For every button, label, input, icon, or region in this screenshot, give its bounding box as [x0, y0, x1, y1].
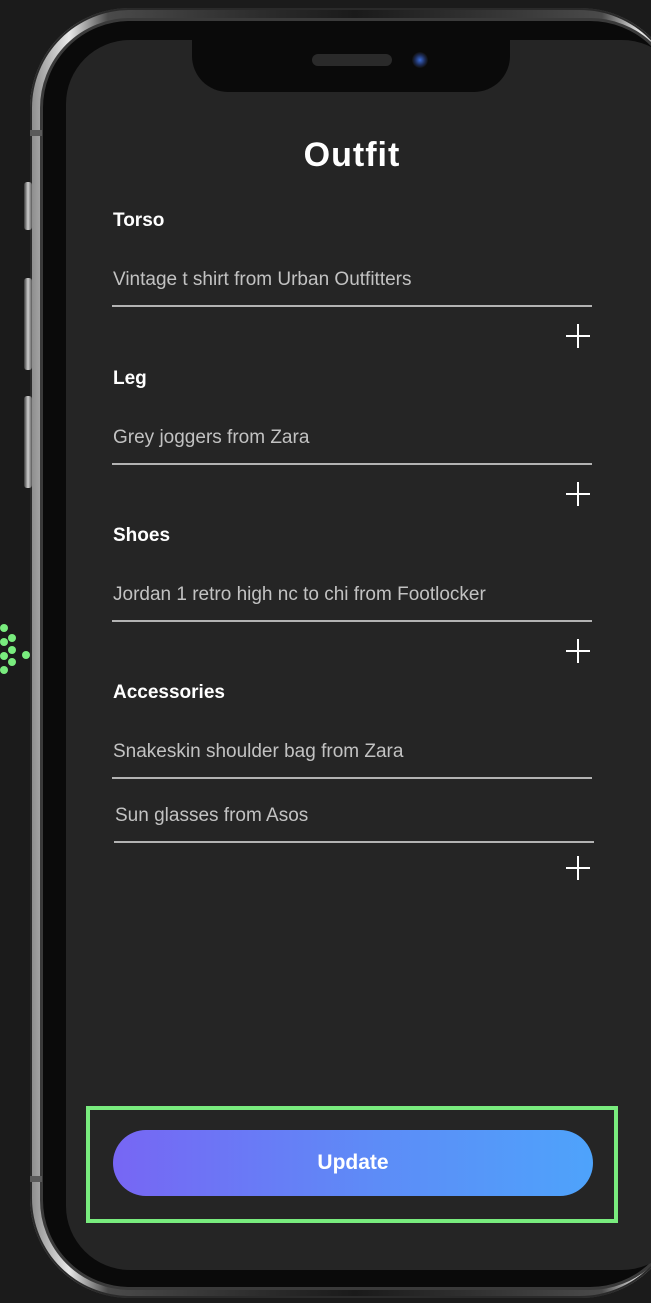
- volume-down-button: [24, 396, 32, 488]
- page-title: Outfit: [303, 136, 401, 174]
- speaker-icon: [312, 54, 392, 66]
- update-button[interactable]: Update: [113, 1130, 593, 1196]
- add-accessories-button[interactable]: [562, 852, 594, 884]
- shoes-field-underline: [112, 620, 592, 622]
- leg-field[interactable]: Grey joggers from Zara: [113, 427, 309, 449]
- section-label-shoes: Shoes: [113, 525, 171, 546]
- accessories-field-1-underline: [112, 777, 592, 779]
- accessories-field-2-underline: [114, 841, 594, 843]
- section-label-accessories: Accessories: [113, 682, 225, 703]
- notch: [192, 40, 510, 92]
- device-mockup: Outfit Torso Vintage t shirt from Urban …: [0, 0, 651, 1303]
- mute-switch: [24, 182, 32, 230]
- accessories-field-1[interactable]: Snakeskin shoulder bag from Zara: [113, 741, 403, 763]
- shoes-field[interactable]: Jordan 1 retro high nc to chi from Footl…: [113, 584, 486, 606]
- torso-field-underline: [112, 305, 592, 307]
- section-label-leg: Leg: [113, 368, 147, 389]
- leg-field-underline: [112, 463, 592, 465]
- camera-icon: [412, 52, 428, 68]
- add-leg-button[interactable]: [562, 478, 594, 510]
- volume-up-button: [24, 278, 32, 370]
- torso-field[interactable]: Vintage t shirt from Urban Outfitters: [113, 269, 412, 291]
- accessories-field-2[interactable]: Sun glasses from Asos: [115, 805, 308, 827]
- section-label-torso: Torso: [113, 210, 165, 231]
- add-shoes-button[interactable]: [562, 635, 594, 667]
- add-torso-button[interactable]: [562, 320, 594, 352]
- antenna-band: [30, 1176, 42, 1182]
